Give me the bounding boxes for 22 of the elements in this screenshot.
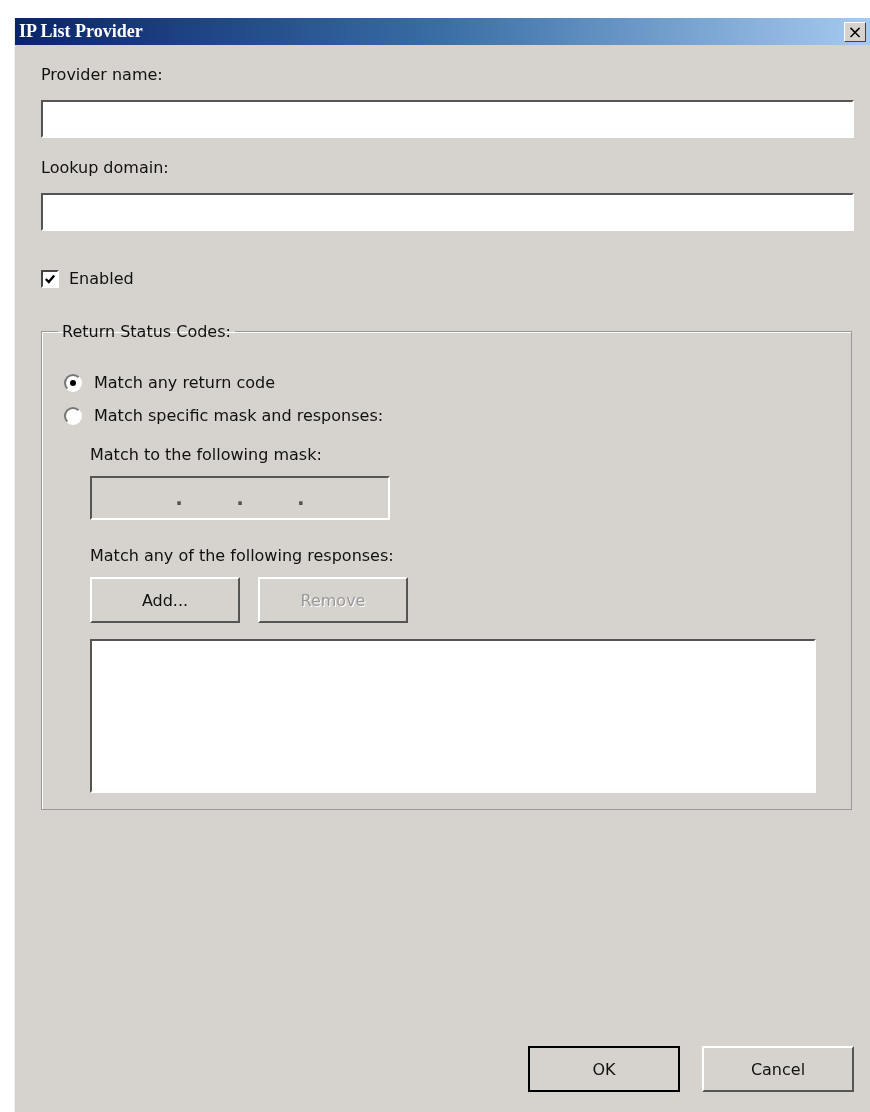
group-title: Return Status Codes: — [61, 322, 232, 341]
checkbox[interactable] — [41, 269, 59, 288]
separator-dot: . — [236, 486, 244, 510]
radio-label: Match specific mask and responses: — [94, 406, 384, 425]
responses-label: Match any of the following responses: — [90, 546, 395, 565]
checkmark-icon — [44, 272, 56, 285]
separator-dot: . — [297, 486, 305, 510]
radio-button[interactable] — [64, 373, 82, 392]
field-label: Lookup domain: — [41, 158, 170, 177]
radio-button[interactable] — [64, 406, 82, 425]
radio-label: Match any return code — [94, 373, 275, 392]
input-field[interactable] — [41, 193, 854, 231]
close-button[interactable]: × — [844, 21, 866, 42]
separator-dot: . — [175, 486, 183, 510]
window-title: IP List Provider — [19, 21, 143, 42]
input-field[interactable] — [41, 100, 854, 138]
dialog-button[interactable]: Cancel — [702, 1046, 854, 1092]
field-label: Provider name: — [41, 65, 164, 84]
mask-label: Match to the following mask: — [90, 445, 323, 464]
checkbox-label: Enabled — [69, 269, 134, 288]
action-button[interactable]: Add... — [90, 577, 240, 623]
dialog-button[interactable]: OK — [528, 1046, 680, 1092]
